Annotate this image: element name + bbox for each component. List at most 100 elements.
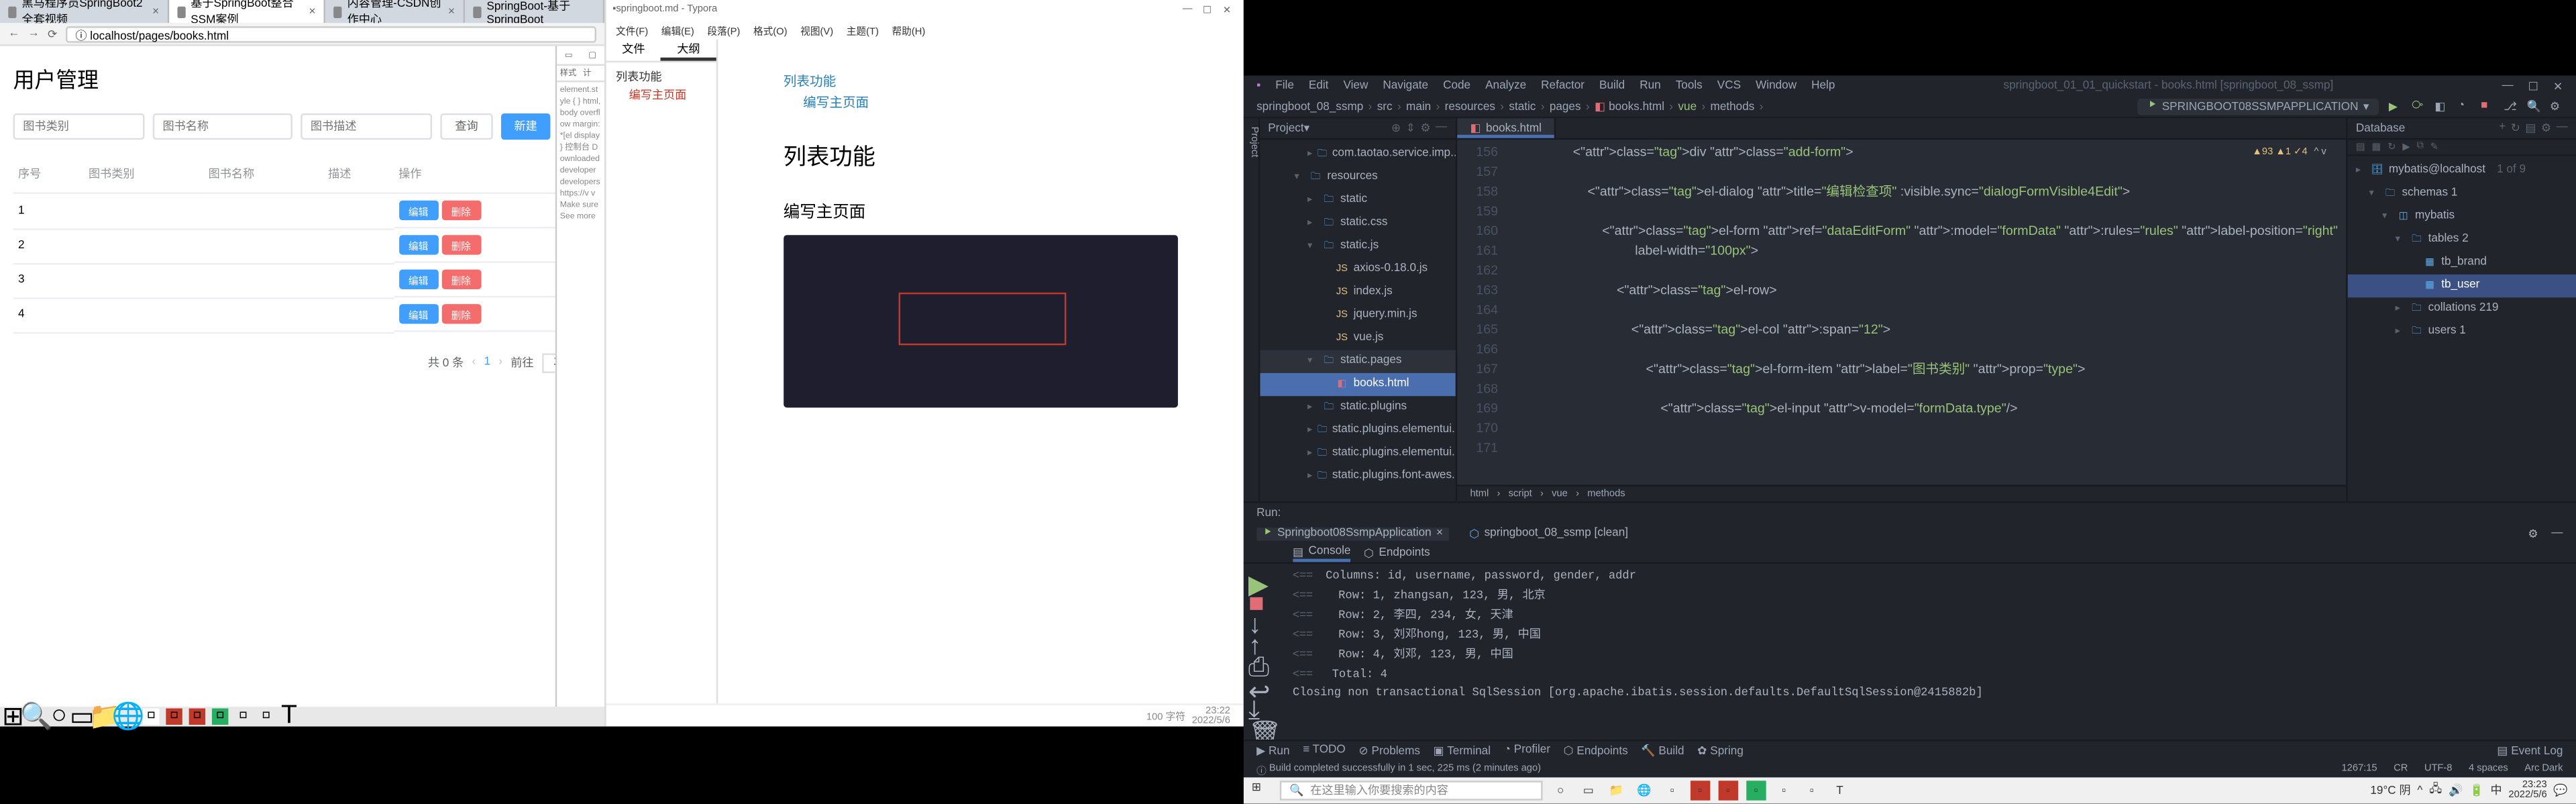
name-input[interactable] xyxy=(153,113,292,140)
hide-icon[interactable]: — xyxy=(1436,121,1447,135)
browser-tab[interactable]: SpringBoot-基于SpringBoot xyxy=(465,0,604,23)
db-tree-item[interactable]: ▾◫mybatis xyxy=(2348,205,2576,228)
menu-item[interactable]: Navigate xyxy=(1383,81,1428,92)
heading2[interactable]: 编写主页面 xyxy=(784,197,1178,221)
table-row[interactable]: 2 编辑 删除 xyxy=(13,228,592,262)
database-panel[interactable]: Database +↻▤⚙— ▤▦↻▶⧉✎ ▸🗄mybatis@localhos… xyxy=(2346,118,2576,501)
tree-item[interactable]: ▸🗀static.plugins.font-awes... xyxy=(1260,465,1455,488)
outline-tab[interactable]: 大纲 xyxy=(661,40,716,61)
outline-item[interactable]: 编写主页面 xyxy=(616,87,706,105)
menu-edit[interactable]: 编辑(E) xyxy=(661,22,694,37)
explorer-icon[interactable]: 📁 xyxy=(97,709,113,725)
build-tool[interactable]: 🔨 Build xyxy=(1641,744,1684,758)
tree-item[interactable]: JSindex.js xyxy=(1260,281,1455,304)
close-icon[interactable]: × xyxy=(152,6,159,17)
taskview-icon[interactable]: ▭ xyxy=(1578,781,1598,800)
weather-widget[interactable]: 19°C 阴 xyxy=(2370,783,2410,799)
desc-input[interactable] xyxy=(301,113,432,140)
reload-icon[interactable]: ⟳ xyxy=(48,27,57,40)
db-tree-item[interactable]: ▦tb_user xyxy=(2348,274,2576,297)
delete-button[interactable]: 删除 xyxy=(441,235,481,254)
debug-icon[interactable]: ⧂ xyxy=(2412,100,2425,113)
menu-item[interactable]: Edit xyxy=(1309,81,1329,92)
tree-item[interactable]: ◧books.html xyxy=(1260,373,1455,396)
clear-icon[interactable]: 🗑 xyxy=(1248,718,1265,734)
computed-tab[interactable]: 计 xyxy=(580,66,594,81)
menu-item[interactable]: Run xyxy=(1640,81,1660,92)
taskbar[interactable]: ⊞ 🔍 ○ ▭ 📁 🌐 ▫ ▫ ▫ ▫ ▫ ▫ T xyxy=(0,707,604,726)
delete-button[interactable]: 删除 xyxy=(441,304,481,323)
styles-tab[interactable]: 样式 xyxy=(557,66,580,81)
refresh-icon[interactable]: ↻ xyxy=(2511,121,2520,135)
device-icon[interactable]: ▢ xyxy=(588,50,596,60)
files-tab[interactable]: 文件 xyxy=(606,40,661,61)
delete-button[interactable]: 删除 xyxy=(441,201,481,220)
new-button[interactable]: 新建 xyxy=(501,113,550,140)
add-icon[interactable]: + xyxy=(2499,121,2506,135)
type-input[interactable] xyxy=(13,113,145,140)
close-icon[interactable]: × xyxy=(1436,528,1443,540)
notifications-icon[interactable]: 💬 xyxy=(2553,784,2567,797)
editor-breadcrumb[interactable]: html › script › vue › methods xyxy=(1457,485,2346,501)
edit-button[interactable]: 编辑 xyxy=(398,235,438,254)
start-icon[interactable]: ⊞ xyxy=(1252,781,1271,800)
breadcrumb-item[interactable]: src xyxy=(1377,101,1393,113)
db-tree-item[interactable]: ▦tb_brand xyxy=(2348,252,2576,274)
cortana-icon[interactable]: ○ xyxy=(1550,781,1570,800)
todo-tool[interactable]: ≡ TODO xyxy=(1303,744,1346,758)
project-panel[interactable]: Project ▾ ⊕⇕⚙— ▸🗀com.taotao.service.imp.… xyxy=(1260,118,1457,501)
app-icon[interactable]: ▫ xyxy=(166,709,182,725)
up-icon[interactable]: ↑ xyxy=(1248,633,1265,649)
tree-item[interactable]: ▾🗀static.pages xyxy=(1260,350,1455,373)
edge-icon[interactable]: 🌐 xyxy=(120,709,136,725)
endpoints-tool[interactable]: ⬡ Endpoints xyxy=(1564,744,1628,758)
menu-item[interactable]: View xyxy=(1343,81,1368,92)
outline-item[interactable]: 列表功能 xyxy=(616,69,706,87)
menu-paragraph[interactable]: 段落(P) xyxy=(707,22,740,37)
gear-icon[interactable]: ⚙ xyxy=(2541,121,2551,135)
run-tab[interactable]: ⬡springboot_08_ssmp [clean] xyxy=(1462,527,1634,541)
db-tree-item[interactable]: ▾🗀schemas 1 xyxy=(2348,183,2576,205)
code-area[interactable]: 156 157 158 159 160 161 162 163 164 165 … xyxy=(1457,140,2346,485)
idea-icon[interactable]: ▫ xyxy=(1802,781,1821,800)
run-icon[interactable]: ▶ xyxy=(2389,100,2402,113)
typora-editor[interactable]: 列表功能 编写主页面 列表功能 编写主页面 xyxy=(718,40,1244,703)
eventlog-button[interactable]: ▤ Event Log xyxy=(2497,744,2563,758)
breadcrumb-item[interactable]: springboot_08_ssmp xyxy=(1256,101,1363,113)
taskview-icon[interactable]: ▭ xyxy=(74,709,90,725)
close-icon[interactable]: ✕ xyxy=(2553,80,2563,93)
db-tree-item[interactable]: ▸🗀collations 219 xyxy=(2348,297,2576,320)
run-panel[interactable]: Run: ⯈Springboot08SsmpApplication× ⬡spri… xyxy=(1244,501,2576,740)
tree-item[interactable]: ▸🗀static.plugins.elementui... xyxy=(1260,419,1455,442)
menu-view[interactable]: 视图(V) xyxy=(800,22,833,37)
settings-icon[interactable]: ⚙ xyxy=(2550,100,2563,113)
tree-item[interactable]: ▸🗀com.taotao.service.imp... xyxy=(1260,143,1455,166)
down-icon[interactable]: ↓ xyxy=(1248,611,1265,627)
battery-icon[interactable]: 🔋 xyxy=(2469,784,2483,797)
minimize-icon[interactable]: — xyxy=(2502,81,2513,92)
edit-button[interactable]: 编辑 xyxy=(398,304,438,323)
ime-icon[interactable]: 中 xyxy=(2490,783,2502,799)
stop-icon[interactable]: ■ xyxy=(2481,100,2494,113)
outline-tree[interactable]: 列表功能 编写主页面 xyxy=(606,62,716,112)
typora-menubar[interactable]: 文件(F) 编辑(E) 段落(P) 格式(O) 视图(V) 主题(T) 帮助(H… xyxy=(606,19,1243,39)
minimize-icon[interactable]: — xyxy=(1178,5,1197,15)
profiler-icon[interactable]: ◔ xyxy=(2458,100,2471,113)
tree-item[interactable]: ▾🗀static.js xyxy=(1260,235,1455,258)
breadcrumb-item[interactable]: static xyxy=(1509,101,1536,113)
menu-item[interactable]: Window xyxy=(1756,81,1796,92)
terminal-tool[interactable]: ▣ Terminal xyxy=(1434,744,1491,758)
next-page-icon[interactable]: › xyxy=(498,356,502,368)
network-icon[interactable]: 🖧 xyxy=(2429,781,2442,799)
run-tool[interactable]: ▶ Run xyxy=(1256,744,1289,758)
breadcrumb-item[interactable]: ◧ books.html xyxy=(1595,100,1664,113)
stop-icon[interactable]: ■ xyxy=(1248,590,1265,606)
start-icon[interactable]: ⊞ xyxy=(5,709,21,725)
menu-item[interactable]: Tools xyxy=(1676,81,1703,92)
app-icon[interactable]: ▫ xyxy=(189,709,205,725)
app-icon[interactable]: ▫ xyxy=(1774,781,1794,800)
heading1[interactable]: 列表功能 xyxy=(784,139,1178,172)
devtools-panel[interactable]: ▭▢ 样式 计 element.style { } html, body ove… xyxy=(555,46,604,707)
spring-tool[interactable]: ✿ Spring xyxy=(1697,744,1743,758)
rerun-icon[interactable]: ▶ xyxy=(1248,568,1265,585)
